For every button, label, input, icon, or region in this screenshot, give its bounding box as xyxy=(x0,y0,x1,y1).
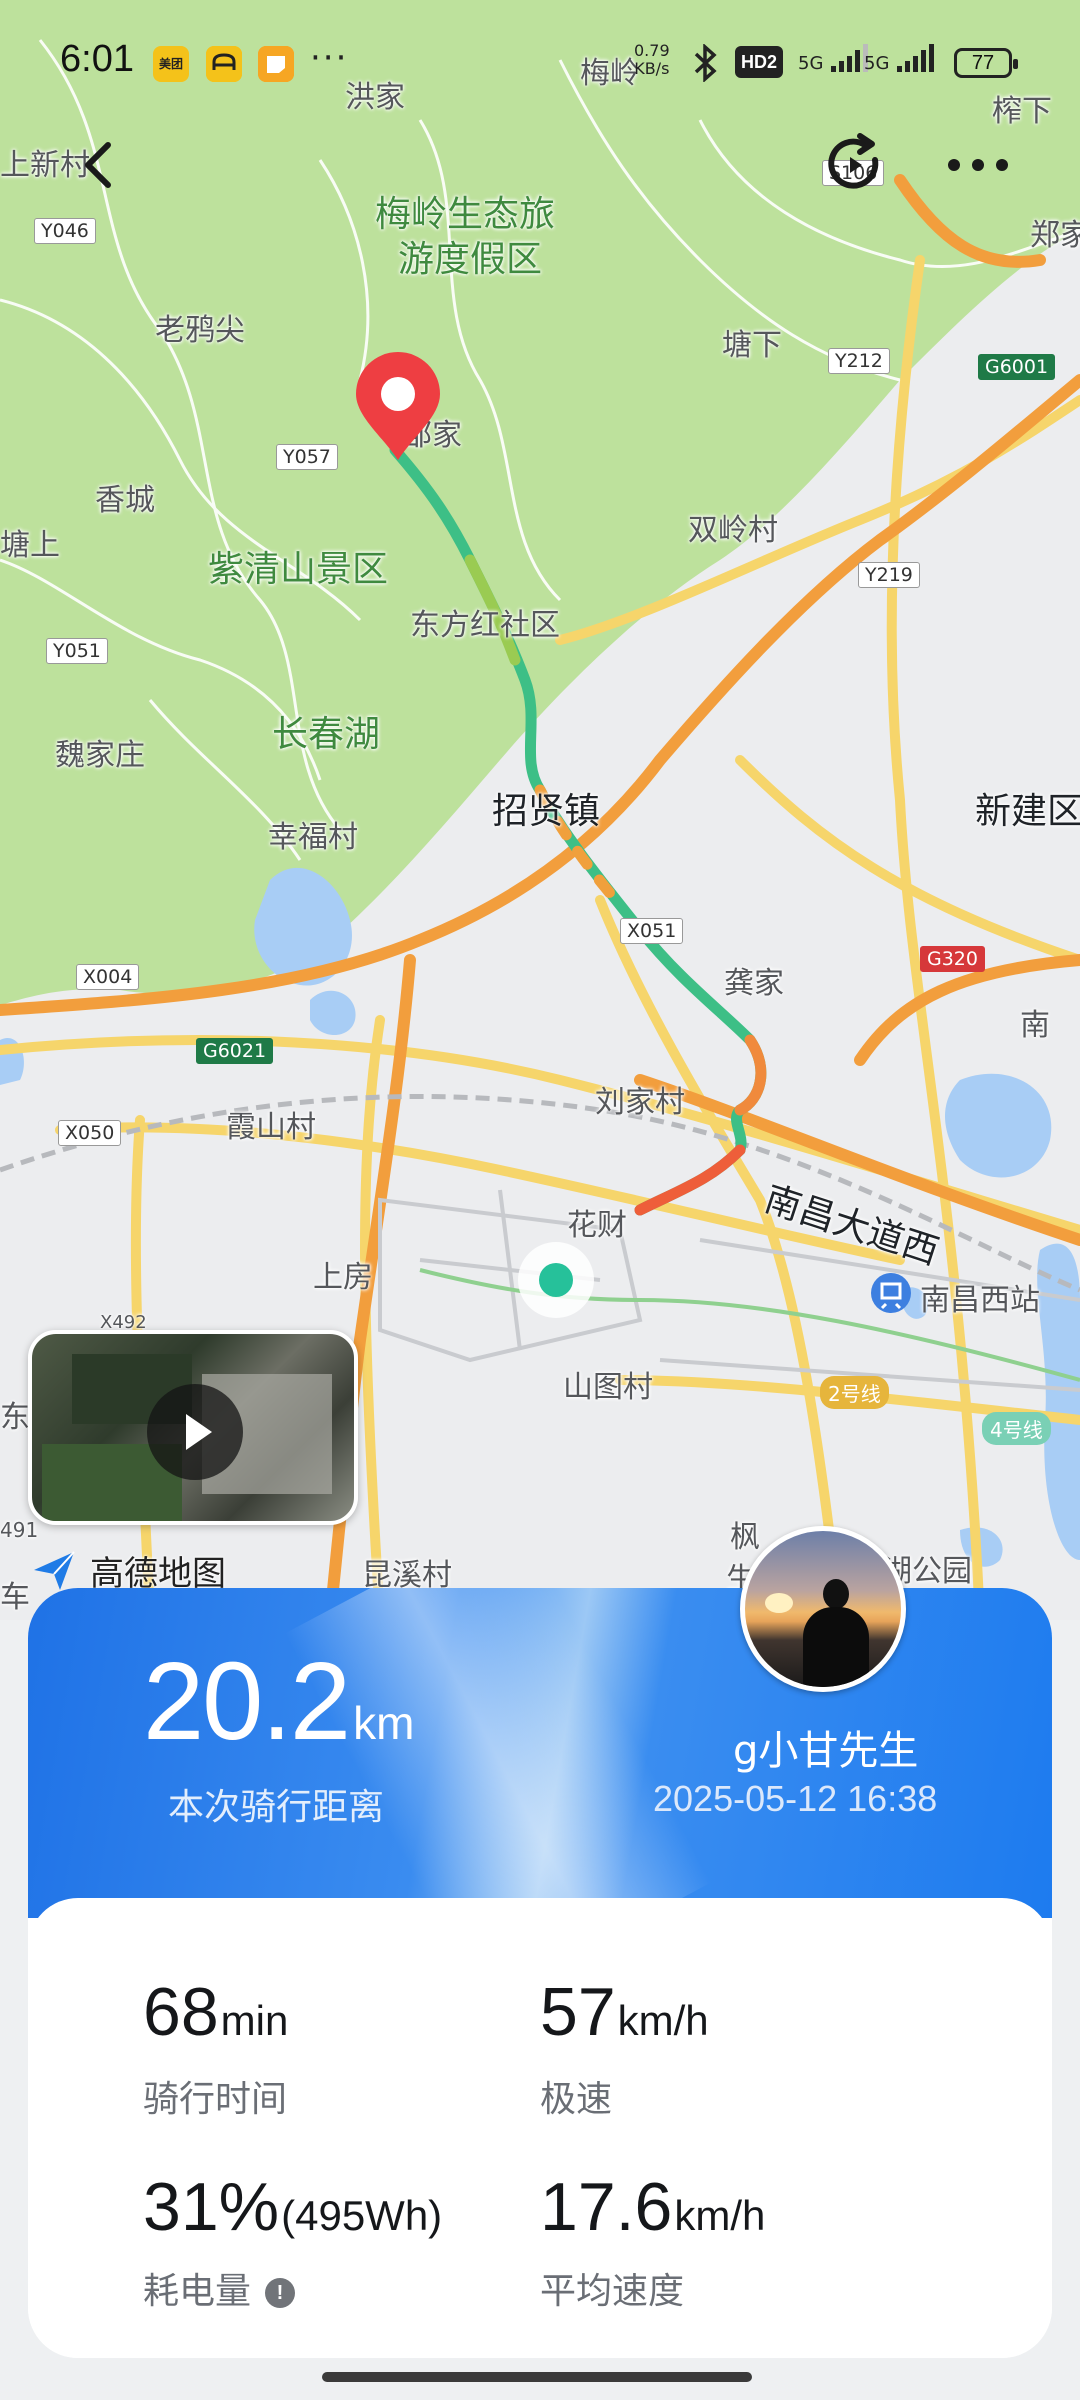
back-button[interactable] xyxy=(70,135,130,195)
map-label: 南 xyxy=(1020,1008,1050,1043)
metro-tag: 2号线 xyxy=(820,1376,889,1409)
notes-app-icon xyxy=(258,46,294,82)
map-label: 霞山村 xyxy=(226,1110,316,1145)
net-speed-unit: KB/s xyxy=(634,59,670,78)
signal-1: 5G xyxy=(798,44,871,74)
energy-label: 耗电量 xyxy=(143,2271,252,2312)
map-label: 郑家 xyxy=(1030,218,1080,253)
map-label: 南昌西站 xyxy=(920,1283,1040,1318)
hd-voice-icon: HD2 xyxy=(735,46,783,78)
duration-value: 68 xyxy=(143,1974,219,2050)
road-tag: Y219 xyxy=(858,562,920,588)
road-tag: Y046 xyxy=(34,218,96,244)
map-label: 招贤镇 xyxy=(492,791,601,832)
map-label: 枫 xyxy=(730,1520,760,1555)
map-label: 塘上 xyxy=(0,528,60,563)
avg-speed-value: 17.6 xyxy=(540,2169,673,2245)
top-speed-value: 57 xyxy=(540,1974,616,2050)
top-speed-unit: km/h xyxy=(617,1997,709,2044)
road-tag: Y212 xyxy=(828,348,890,374)
map-label: 车 xyxy=(0,1580,30,1615)
map-label: 刘家村 xyxy=(595,1085,685,1120)
top-speed-label: 极速 xyxy=(540,2079,613,2120)
map-label: 东方红社区 xyxy=(410,608,560,643)
avg-speed-unit: km/h xyxy=(674,2192,766,2239)
energy-label-row: 耗电量! xyxy=(143,2262,296,2314)
signal-bars-icon xyxy=(897,44,935,72)
avg-speed-label: 平均速度 xyxy=(540,2271,685,2312)
map-label: 东 xyxy=(0,1400,30,1435)
location-pin-icon[interactable] xyxy=(352,350,444,462)
energy-extra: (495Wh) xyxy=(281,2192,443,2239)
play-icon[interactable] xyxy=(147,1384,243,1480)
video-thumbnail[interactable] xyxy=(28,1330,358,1525)
replay-icon xyxy=(828,133,879,189)
map-label: 山图村 xyxy=(563,1370,653,1405)
road-tag: X051 xyxy=(620,918,684,944)
map-label: 老鸦尖 xyxy=(155,313,245,348)
road-tag: G320 xyxy=(920,946,985,972)
road-tag: Y051 xyxy=(46,638,108,664)
map-label: 幸福村 xyxy=(268,820,358,855)
top-speed-stat: 57km/h xyxy=(540,1973,709,2051)
map-label: 塘下 xyxy=(722,328,782,363)
avatar[interactable] xyxy=(740,1526,906,1692)
map-label: 香城 xyxy=(95,483,155,518)
map-label: 魏家庄 xyxy=(55,738,145,773)
battery-indicator: 77 xyxy=(954,48,1018,78)
map-label: 龚家 xyxy=(724,966,784,1001)
amap-logo-icon xyxy=(34,1551,75,1590)
map-label: 游度假区 xyxy=(398,239,543,280)
road-tag: G6021 xyxy=(196,1038,274,1064)
road-tag: X050 xyxy=(58,1120,122,1146)
status-bar: 6:01 美团 ··· 0.79 KB/s HD2 5G 5G 77 xyxy=(0,0,1080,110)
info-icon[interactable]: ! xyxy=(265,2278,296,2308)
ride-summary-card: 20.2km 本次骑行距离 g小甘先生 2025-05-12 16:38 68m… xyxy=(28,1588,1052,2358)
road-tag: G6001 xyxy=(978,354,1056,380)
username[interactable]: g小甘先生 xyxy=(733,1718,918,1776)
duration-label: 骑行时间 xyxy=(143,2079,288,2120)
train-station-icon xyxy=(871,1273,911,1313)
duration-stat: 68min xyxy=(143,1973,288,2051)
energy-value: 31% xyxy=(143,2169,280,2245)
distance-label: 本次骑行距离 xyxy=(168,1787,385,1828)
car-app-icon xyxy=(206,46,242,82)
net-speed: 0.79 KB/s xyxy=(634,42,670,78)
map-label: 双岭村 xyxy=(688,513,778,548)
distance: 20.2km xyxy=(143,1638,414,1765)
signal-2-label: 5G xyxy=(864,53,890,74)
map-label: 上房 xyxy=(313,1260,373,1295)
stats-panel: 68min 骑行时间 57km/h 极速 31%(495Wh) 耗电量! 17.… xyxy=(28,1898,1052,2358)
road-tag: Y057 xyxy=(276,444,338,470)
ride-datetime: 2025-05-12 16:38 xyxy=(653,1778,938,1819)
net-speed-value: 0.79 xyxy=(634,41,670,60)
replay-button[interactable] xyxy=(820,130,890,200)
status-time: 6:01 xyxy=(60,38,134,80)
map-label: 长春湖 xyxy=(272,714,381,755)
avg-speed-stat: 17.6km/h xyxy=(540,2168,765,2246)
app-icon xyxy=(206,46,242,82)
bluetooth-icon xyxy=(694,44,717,82)
current-location-icon[interactable] xyxy=(516,1240,596,1320)
map-label: 花财 xyxy=(567,1208,627,1243)
map-label: 491 xyxy=(0,1518,39,1542)
more-button[interactable] xyxy=(942,140,1014,190)
back-arrow-icon xyxy=(85,142,111,188)
status-more-icon: ··· xyxy=(310,38,349,78)
signal-2: 5G xyxy=(864,44,937,74)
duration-unit: min xyxy=(220,1997,289,2044)
road-tag: X004 xyxy=(76,964,140,990)
metro-tag: 4号线 xyxy=(982,1412,1051,1445)
home-indicator[interactable] xyxy=(322,2372,752,2382)
energy-stat: 31%(495Wh) xyxy=(143,2168,442,2246)
map-label: 紫清山景区 xyxy=(208,549,389,590)
distance-unit: km xyxy=(353,1697,415,1749)
signal-1-label: 5G xyxy=(798,53,824,74)
distance-value: 20.2 xyxy=(143,1640,351,1763)
more-dots-icon xyxy=(948,159,1008,171)
map-label: 新建区 xyxy=(975,791,1080,832)
meituan-icon: 美团 xyxy=(153,46,189,82)
